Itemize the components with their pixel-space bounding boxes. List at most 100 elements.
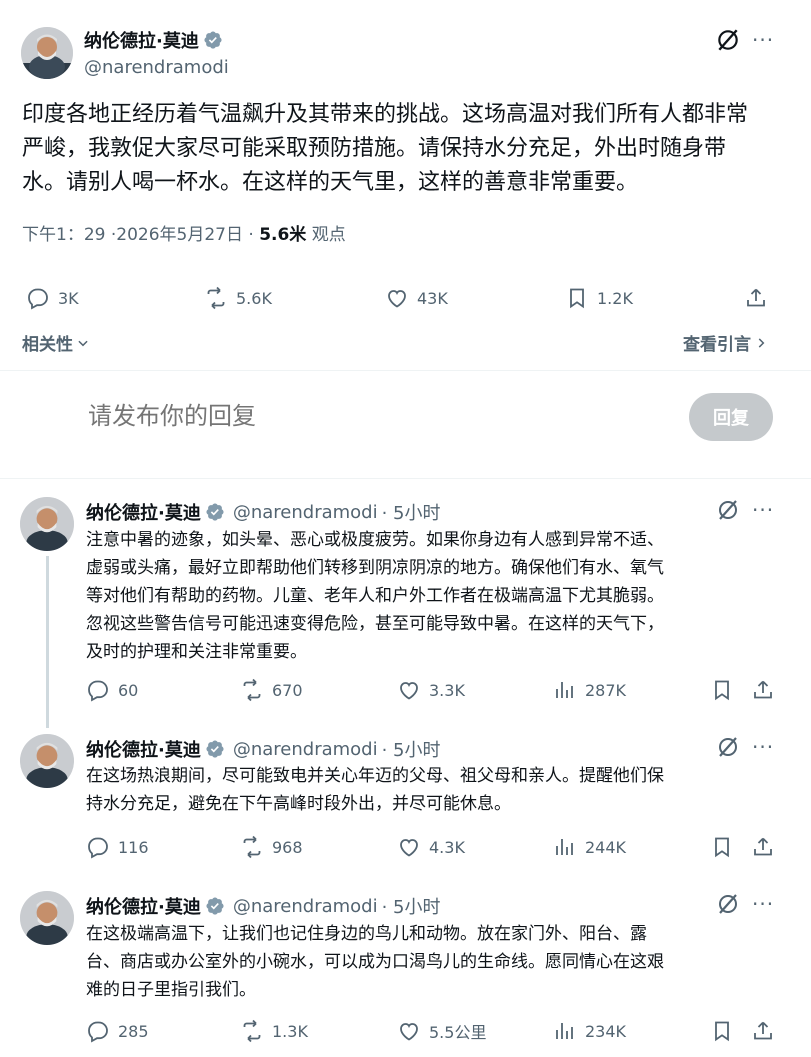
reply-icon [28, 288, 48, 310]
more-icon[interactable]: ··· [752, 735, 774, 759]
bookmark-icon[interactable] [710, 678, 734, 702]
reply-text-line: 注意中暑的迹象，如头晕、恶心或极度疲劳。如果你身边有人感到异常不适、 [86, 530, 664, 550]
reply-action[interactable]: 3K [26, 286, 79, 310]
grok-icon[interactable] [716, 498, 740, 522]
grok-icon[interactable] [715, 27, 741, 53]
avatar[interactable] [20, 891, 74, 945]
reply-action[interactable]: 285 [86, 1019, 149, 1043]
like-action[interactable]: 43K [385, 286, 448, 310]
reply-header: 纳伦德拉·莫迪 @narendramodi · 5小时 [86, 736, 441, 762]
views-label: 观点 [311, 225, 346, 245]
chevron-right-icon [758, 337, 765, 348]
post-text-line: 严峻，我敦促大家尽可能采取预防措施。请保持水分充足，外出时随身带 [22, 136, 727, 161]
repost-count: 670 [272, 680, 303, 700]
views-icon [556, 682, 573, 698]
repost-action[interactable]: 670 [240, 678, 303, 702]
avatar[interactable] [21, 27, 73, 79]
repost-action[interactable]: 5.6K [204, 286, 272, 310]
reply-action[interactable]: 60 [86, 678, 138, 702]
reply-action[interactable]: 116 [86, 835, 149, 859]
author-handle[interactable]: @narendramodi [84, 57, 229, 78]
views-count: 234K [585, 1021, 627, 1041]
author-handle[interactable]: @narendramodi [233, 739, 378, 760]
reply-text-line: 等对他们有帮助的药物。儿童、老年人和户外工作者在极端高温下尤其脆弱。 [86, 586, 664, 606]
reply-icon [88, 1021, 108, 1043]
reply-text-line: 台、商店或办公室外的小碗水，可以成为口渴鸟儿的生命线。愿同情心在这艰 [86, 952, 664, 972]
more-icon[interactable]: ··· [752, 28, 774, 52]
reply-text-line: 忽视这些警告信号可能迅速变得危险，甚至可能导致中暑。在这样的天气下， [86, 614, 664, 634]
share-icon[interactable] [744, 286, 768, 310]
like-action[interactable]: 5.5公里 [397, 1019, 486, 1043]
verified-icon [206, 897, 224, 915]
like-icon [388, 290, 406, 308]
reply-text-line: 及时的护理和关注非常重要。 [86, 642, 307, 662]
repost-icon [243, 1019, 261, 1043]
repost-action[interactable]: 968 [240, 835, 303, 859]
reply-time[interactable]: · 5小时 [382, 893, 441, 919]
share-icon[interactable] [751, 678, 775, 702]
reply-button[interactable]: 回复 [689, 393, 773, 441]
like-count: 43K [417, 288, 448, 308]
reply-icon [88, 680, 108, 702]
chevron-down-icon [78, 340, 88, 346]
author-name[interactable]: 纳伦德拉·莫迪 [84, 27, 199, 53]
reply-text-line: 在这极端高温下，让我们也记住身边的鸟儿和动物。放在家门外、阳台、露 [86, 924, 647, 944]
more-icon[interactable]: ··· [752, 892, 774, 916]
views-action[interactable]: 244K [553, 835, 626, 859]
verified-icon [206, 740, 224, 758]
author-handle[interactable]: @narendramodi [233, 896, 378, 917]
post-meta: 下午1：29 ·2026年5月27日 · 5.6米 观点 [22, 220, 346, 245]
views-action[interactable]: 287K [553, 678, 626, 702]
bookmark-action[interactable]: 1.2K [565, 286, 633, 310]
repost-count: 968 [272, 837, 303, 857]
post-timestamp[interactable]: 下午1：29 ·2026年5月27日 · [22, 225, 254, 245]
author-name[interactable]: 纳伦德拉·莫迪 [86, 736, 201, 762]
divider [0, 478, 811, 479]
reply-header: 纳伦德拉·莫迪 @narendramodi · 5小时 [86, 893, 441, 919]
author-name[interactable]: 纳伦德拉·莫迪 [86, 499, 201, 525]
repost-count: 5.6K [236, 288, 272, 308]
author-handle[interactable]: @narendramodi [233, 502, 378, 523]
repost-icon [207, 286, 225, 310]
avatar-image [21, 27, 73, 79]
divider [0, 370, 811, 371]
reply-text-line: 虚弱或头痛，最好立即帮助他们转移到阴凉阴凉的地方。确保他们有水、氧气 [86, 558, 664, 578]
like-count: 3.3K [429, 680, 465, 700]
reply-time[interactable]: · 5小时 [382, 736, 441, 762]
view-quotes-link[interactable]: 查看引言 [683, 330, 768, 355]
repost-action[interactable]: 1.3K [240, 1019, 308, 1043]
author-block: 纳伦德拉·莫迪 @narendramodi [84, 27, 229, 78]
author-name[interactable]: 纳伦德拉·莫迪 [86, 893, 201, 919]
reply-text: 注意中暑的迹象，如头晕、恶心或极度疲劳。如果你身边有人感到异常不适、 虚弱或头痛… [86, 526, 776, 666]
grok-icon[interactable] [716, 735, 740, 759]
grok-icon[interactable] [716, 892, 740, 916]
like-count: 5.5公里 [429, 1023, 487, 1042]
reply-time[interactable]: · 5小时 [382, 499, 441, 525]
reply-text-line: 持水分充足，避免在下午高峰时段外出，并尽可能休息。 [86, 794, 511, 814]
verified-icon [206, 503, 224, 521]
views-count: 244K [585, 837, 627, 857]
reply-count: 3K [58, 288, 79, 308]
views-action[interactable]: 234K [553, 1019, 626, 1043]
like-icon [400, 682, 418, 700]
like-action[interactable]: 3.3K [397, 678, 465, 702]
bookmark-icon[interactable] [710, 1019, 734, 1043]
reply-input[interactable] [88, 394, 648, 438]
avatar[interactable] [20, 497, 74, 551]
sort-dropdown[interactable]: 相关性 [22, 330, 90, 355]
share-icon[interactable] [751, 835, 775, 859]
thread-line [46, 556, 49, 728]
bookmark-icon[interactable] [710, 835, 734, 859]
post-text-line: 水。请别人喝一杯水。在这样的天气里，这样的善意非常重要。 [22, 170, 639, 195]
avatar[interactable] [20, 734, 74, 788]
like-action[interactable]: 4.3K [397, 835, 465, 859]
views-count: 5.6米 [259, 225, 307, 245]
more-icon[interactable]: ··· [752, 498, 774, 522]
reply-text-line: 难的日子里指引我们。 [86, 980, 256, 1000]
reply-count: 60 [118, 680, 139, 700]
views-count: 287K [585, 680, 627, 700]
views-icon [556, 1023, 573, 1039]
share-icon[interactable] [751, 1019, 775, 1043]
reply-icon [88, 837, 108, 859]
reply-count: 116 [118, 837, 149, 857]
